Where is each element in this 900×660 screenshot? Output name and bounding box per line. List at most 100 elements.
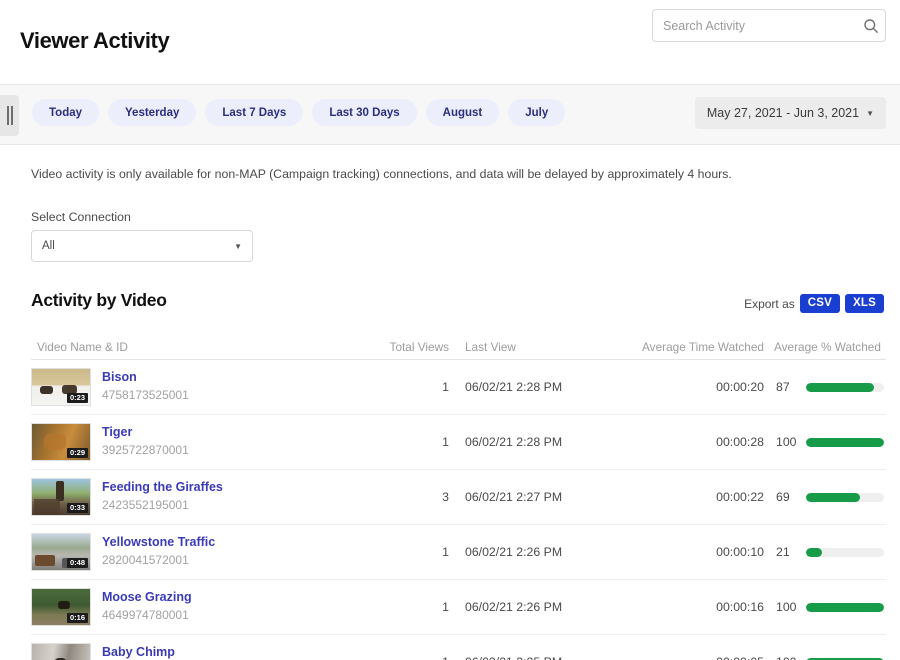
avg-pct-value: 69 [776,490,802,504]
video-name-block: Bison4758173525001 [102,370,189,403]
video-name-block: Moose Grazing 4649974780001 [102,590,192,623]
pill-last-30-days[interactable]: Last 30 Days [312,99,416,126]
video-thumbnail[interactable]: 0:33 [31,478,91,516]
avg-pct-watched-cell: 69 [764,490,884,504]
video-duration-badge: 0:48 [67,558,88,568]
activity-table: Video Name & ID Total Views Last View Av… [31,334,886,660]
column-header-video-name: Video Name & ID [31,340,383,354]
video-name-cell: 0:33 Feeding the Giraffes 2423552195001 [31,478,383,516]
chevron-down-icon: ▼ [866,109,874,118]
avg-time-watched-cell: 00:00:05 [621,655,764,660]
table-row[interactable]: 0:29 Tiger 3925722870001 106/02/21 2:28 PM 0… [31,415,886,470]
avg-pct-watched-cell: 100 [764,655,884,660]
total-views-cell: 1 [383,435,455,449]
avg-pct-value: 100 [776,600,802,614]
video-name-block: Tiger 3925722870001 [102,425,189,458]
table-row[interactable]: 0:33 Feeding the Giraffes 2423552195001 306… [31,470,886,525]
column-header-last-view: Last View [455,340,621,354]
pill-july[interactable]: July [508,99,565,126]
video-name-link[interactable]: Tiger [102,425,189,441]
select-connection-dropdown[interactable]: All ▼ [31,230,253,262]
video-name-cell: 0:23 Bison4758173525001 [31,368,383,406]
video-id: 2820041572001 [102,553,215,569]
last-view-cell: 06/02/21 2:26 PM [455,545,621,559]
video-name-cell: 0:29 Tiger 3925722870001 [31,423,383,461]
last-view-cell: 06/02/21 2:28 PM [455,380,621,394]
video-name-block: Feeding the Giraffes 2423552195001 [102,480,223,513]
video-thumbnail[interactable]: 0:48 [31,533,91,571]
column-header-avg-pct-watched: Average % Watched [764,340,884,354]
table-row[interactable]: 0:48 Yellowstone Traffic 2820041572001 106/… [31,525,886,580]
video-name-block: Yellowstone Traffic 2820041572001 [102,535,215,568]
avg-pct-progress-bar [806,383,884,392]
filter-bar: Today Yesterday Last 7 Days Last 30 Days… [0,85,900,145]
avg-pct-progress-fill [806,603,884,612]
export-csv-button[interactable]: CSV [800,294,840,313]
avg-time-watched-cell: 00:00:10 [621,545,764,559]
video-id: 4649974780001 [102,608,192,624]
table-header-row: Video Name & ID Total Views Last View Av… [31,334,886,360]
video-name-link[interactable]: Feeding the Giraffes [102,480,223,496]
video-thumbnail[interactable] [31,643,91,660]
avg-time-watched-cell: 00:00:22 [621,490,764,504]
pill-yesterday[interactable]: Yesterday [108,99,196,126]
avg-pct-progress-fill [806,548,822,557]
table-row[interactable]: 0:23Bison4758173525001106/02/21 2:28 PM0… [31,360,886,415]
page-title: Viewer Activity [20,28,169,54]
avg-pct-progress-fill [806,383,874,392]
video-id: 3925722870001 [102,443,189,459]
last-view-cell: 06/02/21 2:28 PM [455,435,621,449]
video-name-link[interactable]: Moose Grazing [102,590,192,606]
avg-pct-watched-cell: 87 [764,380,884,394]
table-row[interactable]: Baby Chimp5263118111001106/02/21 2:25 PM… [31,635,886,660]
video-name-link[interactable]: Yellowstone Traffic [102,535,215,551]
notice-text: Video activity is only available for non… [31,167,886,181]
section-title: Activity by Video [31,290,167,311]
total-views-cell: 3 [383,490,455,504]
video-name-link[interactable]: Bison [102,370,189,386]
video-thumbnail[interactable]: 0:29 [31,423,91,461]
main-content: Video activity is only available for non… [0,167,900,660]
video-name-cell: Baby Chimp5263118111001 [31,643,383,660]
video-name-cell: 0:16 Moose Grazing 4649974780001 [31,588,383,626]
export-label: Export as [744,297,795,311]
column-header-avg-time-watched: Average Time Watched [621,340,764,354]
last-view-cell: 06/02/21 2:27 PM [455,490,621,504]
avg-pct-watched-cell: 21 [764,545,884,559]
search-icon[interactable] [857,10,885,41]
total-views-cell: 1 [383,600,455,614]
video-name-block: Baby Chimp5263118111001 [102,645,186,660]
date-range-picker[interactable]: May 27, 2021 - Jun 3, 2021 ▼ [695,97,886,129]
avg-pct-progress-fill [806,438,884,447]
table-body: 0:23Bison4758173525001106/02/21 2:28 PM0… [31,360,886,660]
video-duration-badge: 0:29 [67,448,88,458]
search-input[interactable] [653,10,857,41]
avg-pct-watched-cell: 100 [764,435,884,449]
video-thumbnail[interactable]: 0:16 [31,588,91,626]
avg-pct-progress-bar [806,603,884,612]
total-views-cell: 1 [383,655,455,660]
handle-bar-icon [11,106,13,125]
avg-time-watched-cell: 00:00:16 [621,600,764,614]
sidebar-collapse-handle[interactable] [0,95,19,136]
table-row[interactable]: 0:16 Moose Grazing 4649974780001 106/02/21 … [31,580,886,635]
avg-pct-watched-cell: 100 [764,600,884,614]
video-duration-badge: 0:23 [67,393,88,403]
video-thumbnail[interactable]: 0:23 [31,368,91,406]
video-name-link[interactable]: Baby Chimp [102,645,186,660]
total-views-cell: 1 [383,545,455,559]
export-xls-button[interactable]: XLS [845,294,884,313]
video-id: 2423552195001 [102,498,223,514]
pill-today[interactable]: Today [32,99,99,126]
select-connection-label: Select Connection [31,210,886,224]
pill-last-7-days[interactable]: Last 7 Days [205,99,303,126]
avg-pct-progress-bar [806,548,884,557]
avg-pct-value: 100 [776,435,802,449]
avg-time-watched-cell: 00:00:20 [621,380,764,394]
search-box[interactable] [652,9,886,42]
pill-august[interactable]: August [426,99,500,126]
date-preset-pills: Today Yesterday Last 7 Days Last 30 Days… [32,99,565,126]
avg-pct-value: 100 [776,655,802,660]
column-header-total-views: Total Views [383,340,455,354]
last-view-cell: 06/02/21 2:26 PM [455,600,621,614]
